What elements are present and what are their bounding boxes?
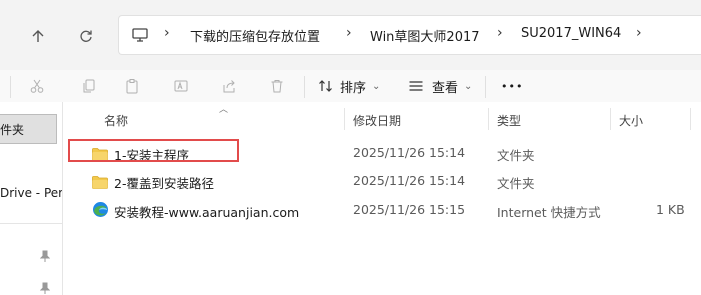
file-type: Internet 快捷方式: [497, 205, 601, 220]
breadcrumb-item[interactable]: Win草图大师2017: [370, 26, 480, 45]
edge-browser-icon: [92, 201, 109, 218]
more-options-button[interactable]: •••: [501, 75, 523, 97]
command-bar: 排序 ⌄ 查看 ⌄ •••: [0, 70, 701, 102]
toolbar-divider: [304, 76, 305, 98]
pin-icon[interactable]: [39, 250, 51, 264]
toolbar-divider: [10, 76, 11, 98]
column-divider[interactable]: [690, 108, 691, 130]
paste-icon[interactable]: [122, 76, 142, 96]
nav-divider: [0, 223, 62, 224]
rename-icon[interactable]: [171, 76, 191, 96]
nav-item-folder[interactable]: 件夹: [0, 121, 24, 138]
folder-icon: [92, 174, 108, 189]
sort-indicator-icon: ︿: [219, 105, 229, 115]
file-type: 文件夹: [497, 176, 535, 191]
sort-button[interactable]: 排序 ⌄: [318, 75, 380, 97]
column-header-type[interactable]: 类型: [497, 112, 521, 129]
column-header-name[interactable]: 名称: [104, 112, 128, 129]
address-bar[interactable]: › 下载的压缩包存放位置 › Win草图大师2017 › SU2017_WIN6…: [118, 15, 701, 55]
file-name[interactable]: 安装教程-www.aaruanjian.com: [114, 202, 299, 221]
file-size: 1 KB: [656, 202, 685, 217]
chevron-right-icon[interactable]: ›: [636, 25, 642, 41]
up-arrow-icon[interactable]: [26, 24, 50, 48]
chevron-right-icon[interactable]: ›: [346, 25, 352, 41]
share-icon[interactable]: [219, 76, 239, 96]
view-label: 查看: [432, 80, 459, 96]
computer-icon[interactable]: [131, 26, 149, 44]
chevron-right-icon[interactable]: ›: [164, 25, 170, 41]
breadcrumb-item[interactable]: 下载的压缩包存放位置: [190, 26, 320, 45]
navigation-pane: 件夹 Drive - Per: [0, 102, 63, 295]
address-row: › 下载的压缩包存放位置 › Win草图大师2017 › SU2017_WIN6…: [0, 0, 701, 70]
chevron-down-icon: ⌄: [372, 80, 381, 92]
sort-label: 排序: [340, 80, 367, 96]
column-header-date[interactable]: 修改日期: [353, 112, 401, 129]
highlight-box: [68, 139, 239, 162]
file-row[interactable]: 2-覆盖到安装路径 2025/11/26 15:14 文件夹: [64, 167, 701, 195]
file-row[interactable]: 安装教程-www.aaruanjian.com 2025/11/26 15:15…: [64, 196, 701, 224]
chevron-down-icon: ⌄: [464, 80, 473, 92]
column-header-size[interactable]: 大小: [619, 112, 643, 129]
chevron-right-icon[interactable]: ›: [497, 25, 503, 41]
cut-icon[interactable]: [27, 76, 47, 96]
refresh-icon[interactable]: [74, 24, 98, 48]
pin-icon[interactable]: [39, 282, 51, 295]
view-icon: [408, 78, 424, 94]
breadcrumb-item-current[interactable]: SU2017_WIN64: [521, 26, 621, 41]
toolbar-divider: [485, 76, 486, 98]
file-name[interactable]: 2-覆盖到安装路径: [114, 173, 214, 192]
column-divider[interactable]: [488, 108, 489, 130]
copy-icon[interactable]: [79, 76, 99, 96]
file-type: 文件夹: [497, 148, 535, 163]
file-date: 2025/11/26 15:15: [353, 202, 466, 217]
column-headers: ︿ 名称 修改日期 类型 大小: [64, 102, 701, 132]
nav-item-onedrive[interactable]: Drive - Per: [0, 186, 62, 200]
file-date: 2025/11/26 15:14: [353, 173, 466, 188]
column-divider[interactable]: [610, 108, 611, 130]
view-button[interactable]: 查看 ⌄: [408, 75, 472, 97]
file-date: 2025/11/26 15:14: [353, 145, 466, 160]
sort-icon: [318, 78, 334, 94]
delete-icon[interactable]: [267, 76, 287, 96]
column-divider[interactable]: [344, 108, 345, 130]
